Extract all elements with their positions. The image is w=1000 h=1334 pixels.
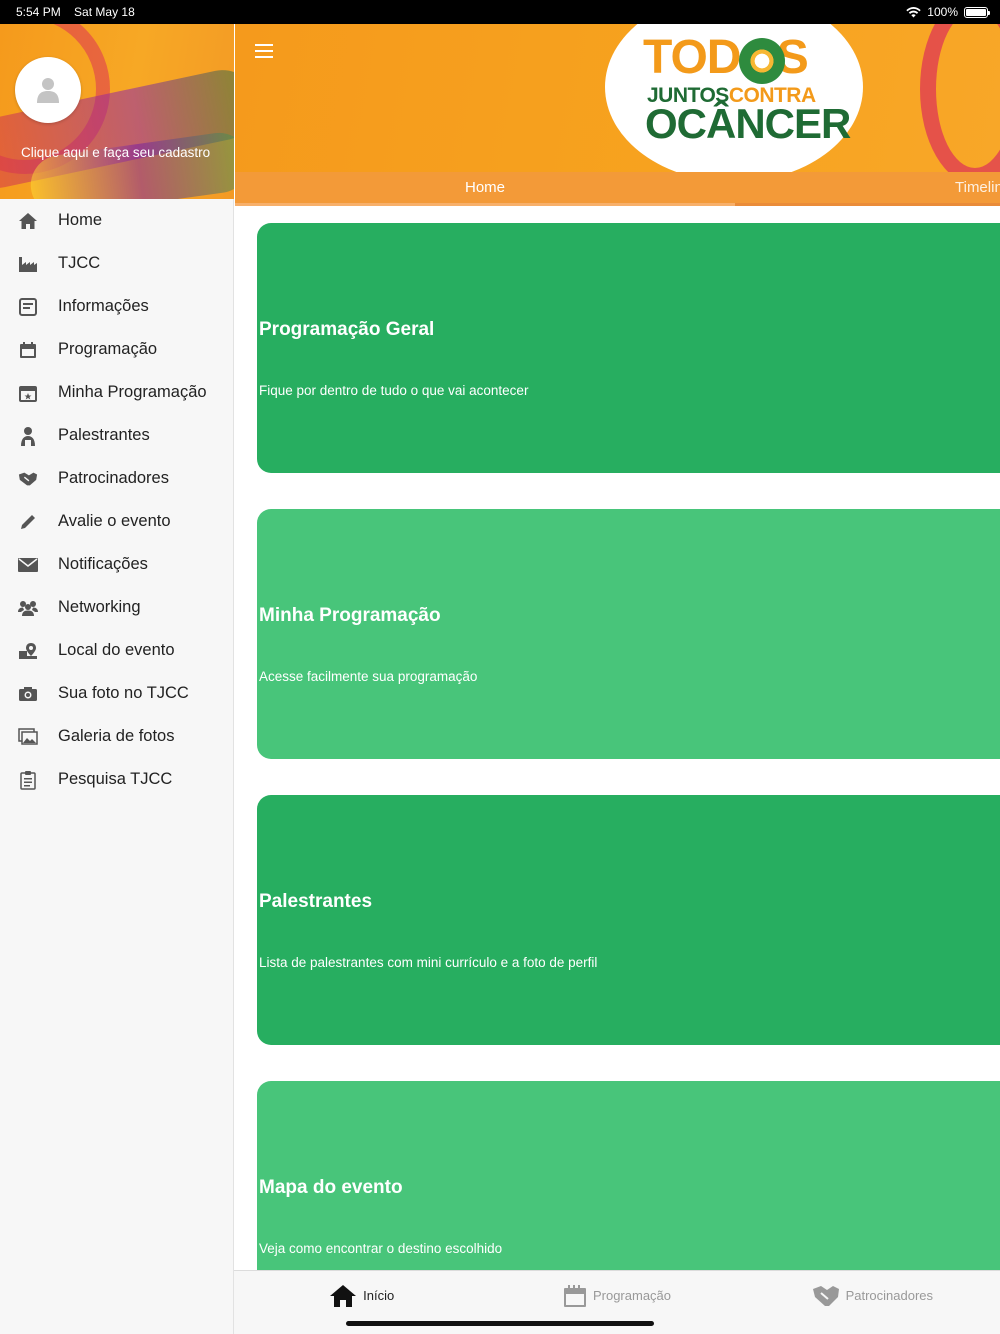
main-content: TODOS JUNTOSCONTRA OCÂNCER Home Timeline… bbox=[235, 24, 1000, 1270]
bottom-nav-label: Patrocinadores bbox=[845, 1288, 934, 1303]
camera-icon bbox=[18, 684, 38, 704]
home-indicator bbox=[346, 1321, 654, 1326]
sidebar-item-networking[interactable]: Networking bbox=[0, 586, 233, 629]
clipboard-icon bbox=[18, 770, 38, 790]
event-logo: TODOS JUNTOSCONTRA OCÂNCER bbox=[605, 24, 863, 172]
sidebar-item-palestrantes[interactable]: Palestrantes bbox=[0, 414, 233, 457]
sidebar-item-label: Avalie o evento bbox=[58, 512, 171, 530]
status-date: Sat May 18 bbox=[74, 5, 135, 19]
logo-line3: OCÂNCER bbox=[645, 100, 851, 147]
card-subtitle: Fique por dentro de tudo o que vai acont… bbox=[259, 383, 529, 398]
card-minha-programacao[interactable]: Minha Programação Acesse facilmente sua … bbox=[257, 509, 1000, 759]
sidebar-item-informacoes[interactable]: Informações bbox=[0, 285, 233, 328]
battery-icon bbox=[964, 6, 990, 18]
sidebar-item-galeria[interactable]: Galeria de fotos bbox=[0, 715, 233, 758]
sidebar-item-label: Patrocinadores bbox=[58, 469, 169, 487]
sidebar-item-label: Home bbox=[58, 211, 103, 229]
bottom-nav-patrocinadores[interactable]: Patrocinadores bbox=[745, 1271, 1000, 1334]
group-icon bbox=[18, 598, 38, 618]
status-left: 5:54 PM Sat May 18 bbox=[16, 5, 145, 19]
pencil-icon bbox=[18, 512, 38, 532]
sidebar-item-label: Galeria de fotos bbox=[58, 727, 175, 745]
sidebar-item-programacao[interactable]: Programação bbox=[0, 328, 233, 371]
card-title: Minha Programação bbox=[259, 605, 441, 626]
handshake-icon bbox=[812, 1285, 839, 1306]
mail-icon bbox=[18, 555, 38, 575]
bottom-nav-label: Início bbox=[363, 1288, 395, 1303]
card-programacao-geral[interactable]: Programação Geral Fique por dentro de tu… bbox=[257, 223, 1000, 473]
tab-bar: Home Timeline bbox=[235, 172, 1000, 206]
status-right: 100% bbox=[906, 5, 990, 19]
sidebar-item-label: Networking bbox=[58, 598, 141, 616]
sidebar-item-foto[interactable]: Sua foto no TJCC bbox=[0, 672, 233, 715]
sidebar-item-label: Local do evento bbox=[58, 641, 175, 659]
map-pin-icon bbox=[18, 641, 38, 661]
sidebar-item-minha-programacao[interactable]: Minha Programação bbox=[0, 371, 233, 414]
factory-icon bbox=[18, 254, 38, 274]
sidebar-item-label: Pesquisa TJCC bbox=[58, 770, 173, 788]
sidebar-item-notificacoes[interactable]: Notificações bbox=[0, 543, 233, 586]
info-card-icon bbox=[18, 297, 38, 317]
battery-percent: 100% bbox=[927, 5, 958, 19]
sidebar-item-avalie[interactable]: Avalie o evento bbox=[0, 500, 233, 543]
card-subtitle: Lista de palestrantes com mini currículo… bbox=[259, 955, 598, 970]
sidebar-item-patrocinadores[interactable]: Patrocinadores bbox=[0, 457, 233, 500]
card-title: Palestrantes bbox=[259, 891, 373, 912]
home-icon bbox=[18, 211, 38, 231]
sidebar-menu: Home TJCC Informações Programação Minha … bbox=[0, 199, 233, 801]
card-subtitle: Acesse facilmente sua programação bbox=[259, 669, 478, 684]
app-header: TODOS JUNTOSCONTRA OCÂNCER bbox=[235, 24, 1000, 172]
speaker-icon bbox=[18, 426, 38, 446]
sidebar: Clique aqui e faça seu cadastro Home TJC… bbox=[0, 24, 234, 1334]
card-palestrantes[interactable]: Palestrantes Lista de palestrantes com m… bbox=[257, 795, 1000, 1045]
sidebar-item-local[interactable]: Local do evento bbox=[0, 629, 233, 672]
sidebar-item-label: Programação bbox=[58, 340, 158, 358]
calendar-icon bbox=[563, 1284, 586, 1307]
card-mapa[interactable]: Mapa do evento Veja como encontrar o des… bbox=[257, 1081, 1000, 1270]
status-bar: 5:54 PM Sat May 18 100% bbox=[0, 0, 1000, 24]
tab-timeline[interactable]: Timeline bbox=[735, 172, 1000, 206]
card-subtitle: Veja como encontrar o destino escolhido bbox=[259, 1241, 503, 1256]
user-icon bbox=[37, 78, 59, 103]
card-title: Mapa do evento bbox=[259, 1177, 403, 1198]
sidebar-item-label: TJCC bbox=[58, 254, 101, 272]
menu-icon[interactable] bbox=[255, 44, 273, 58]
sidebar-item-label: Sua foto no TJCC bbox=[58, 684, 189, 702]
status-time: 5:54 PM bbox=[16, 5, 61, 19]
avatar[interactable] bbox=[15, 57, 81, 123]
sidebar-item-tjcc[interactable]: TJCC bbox=[0, 242, 233, 285]
register-link[interactable]: Clique aqui e faça seu cadastro bbox=[21, 145, 210, 160]
gallery-icon bbox=[18, 727, 38, 747]
sidebar-header[interactable]: Clique aqui e faça seu cadastro bbox=[0, 24, 234, 199]
home-icon bbox=[330, 1284, 357, 1307]
handshake-icon bbox=[18, 469, 38, 489]
sidebar-item-pesquisa[interactable]: Pesquisa TJCC bbox=[0, 758, 233, 801]
sidebar-item-label: Palestrantes bbox=[58, 426, 150, 444]
sidebar-item-label: Notificações bbox=[58, 555, 148, 573]
wifi-icon bbox=[906, 6, 921, 17]
tab-home[interactable]: Home bbox=[235, 172, 735, 206]
calendar-icon bbox=[18, 340, 38, 360]
sidebar-item-home[interactable]: Home bbox=[0, 199, 233, 242]
sidebar-item-label: Minha Programação bbox=[58, 383, 207, 401]
sidebar-item-label: Informações bbox=[58, 297, 149, 315]
sun-icon bbox=[739, 38, 785, 84]
card-title: Programação Geral bbox=[259, 319, 435, 340]
bottom-nav-label: Programação bbox=[592, 1288, 672, 1303]
calendar-star-icon bbox=[18, 383, 38, 403]
card-list: Programação Geral Fique por dentro de tu… bbox=[235, 206, 1000, 1270]
